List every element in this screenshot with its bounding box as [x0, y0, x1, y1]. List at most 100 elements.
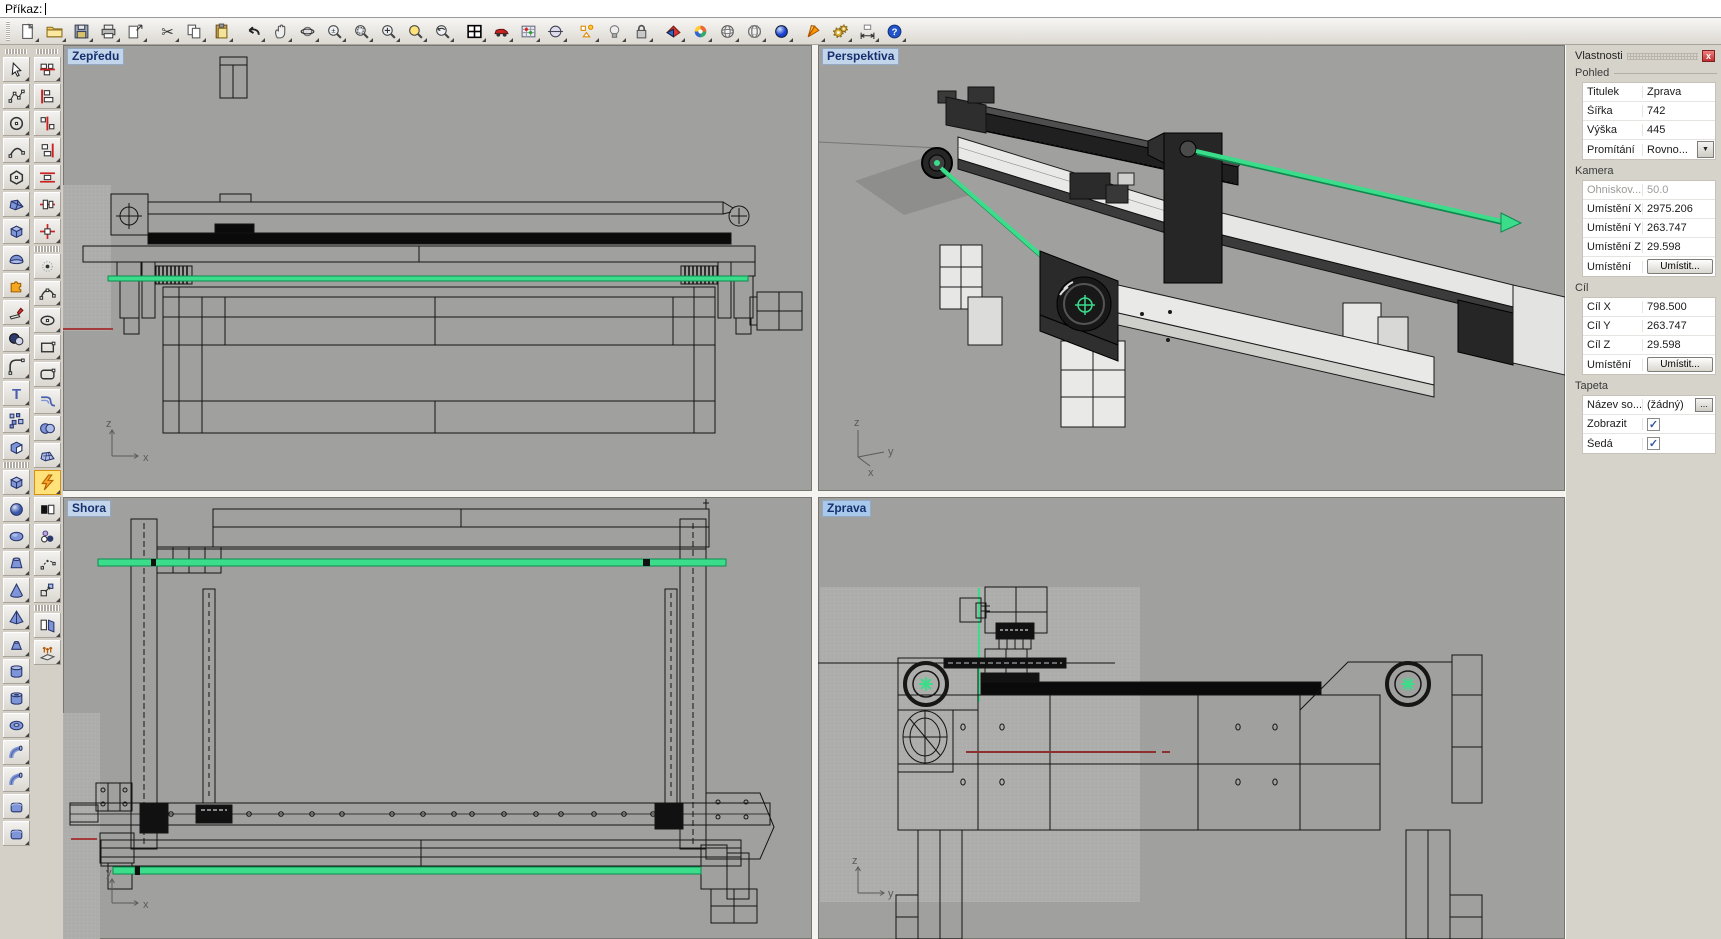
toolbar-grip[interactable] — [6, 21, 10, 41]
arc-icon[interactable] — [2, 137, 31, 164]
property-value[interactable]: 50.0 — [1643, 184, 1715, 196]
array-surface-icon[interactable] — [33, 639, 62, 666]
place-button[interactable]: Umístit... — [1647, 357, 1713, 372]
mesh-patch-icon[interactable] — [33, 442, 62, 469]
print-icon[interactable] — [95, 19, 122, 44]
property-value[interactable]: 2975.206 — [1643, 203, 1715, 215]
viewport-label-front[interactable]: Zepředu — [67, 48, 124, 65]
selected-rail-right[interactable] — [1196, 151, 1506, 222]
selected-rail-front[interactable] — [108, 276, 748, 281]
align-crosshair-icon[interactable] — [33, 218, 62, 245]
control-point-curve-icon[interactable] — [2, 83, 31, 110]
zoom-window-icon[interactable] — [348, 19, 375, 44]
align-centers-icon[interactable] — [33, 191, 62, 218]
solid-slab-round-icon[interactable] — [2, 820, 31, 847]
spotlight-icon[interactable] — [800, 19, 827, 44]
viewport-front[interactable]: Zepředu — [63, 45, 812, 491]
boolean-union-icon[interactable] — [33, 415, 62, 442]
property-value[interactable]: 798.500 — [1643, 301, 1715, 313]
text-icon[interactable]: T — [2, 380, 31, 407]
align-vertical-icon[interactable] — [33, 137, 62, 164]
lock-icon[interactable] — [628, 19, 655, 44]
viewport-label-right[interactable]: Zprava — [822, 500, 871, 517]
blast-lightning-icon[interactable] — [33, 469, 62, 496]
split-icon[interactable] — [33, 496, 62, 523]
rectangle-icon[interactable] — [33, 334, 62, 361]
zoom-dynamic-icon[interactable]: ± — [321, 19, 348, 44]
boolean-puzzle-icon[interactable] — [2, 272, 31, 299]
viewport-label-perspective[interactable]: Perspektiva — [822, 48, 899, 65]
extrude-icon[interactable] — [2, 434, 31, 461]
boolean-spheres-icon[interactable] — [2, 326, 31, 353]
solid-truncated-cone-icon[interactable] — [2, 631, 31, 658]
panel-close-button[interactable]: x — [1702, 50, 1715, 62]
place-button[interactable]: Umístit... — [1647, 259, 1713, 274]
perspective-view-canvas[interactable]: z y x — [818, 45, 1565, 491]
selected-rail-top-2[interactable] — [139, 867, 701, 874]
options-gears-icon[interactable] — [827, 19, 854, 44]
save-icon[interactable] — [68, 19, 95, 44]
trim-knife-icon[interactable] — [2, 299, 31, 326]
solid-torus-icon[interactable] — [2, 712, 31, 739]
copy-icon[interactable] — [181, 19, 208, 44]
distribute-icon[interactable] — [33, 83, 62, 110]
explode-icon[interactable] — [2, 407, 31, 434]
wireframe-view-icon[interactable] — [741, 19, 768, 44]
undo-icon[interactable] — [240, 19, 267, 44]
osnap-icon[interactable] — [574, 19, 601, 44]
help-icon[interactable]: ? — [881, 19, 908, 44]
property-value[interactable]: 29.598 — [1643, 241, 1715, 253]
zoom-extents-icon[interactable] — [375, 19, 402, 44]
viewport-label-top[interactable]: Shora — [67, 500, 111, 517]
toolbar-grip[interactable] — [36, 49, 58, 54]
curve-handles-icon[interactable] — [33, 280, 62, 307]
bearing-wheel-right[interactable] — [1387, 663, 1429, 705]
property-value[interactable]: 263.747 — [1643, 320, 1715, 332]
paste-icon[interactable] — [208, 19, 235, 44]
browse-button[interactable]: ... — [1695, 398, 1713, 412]
rounded-rectangle-icon[interactable] — [33, 361, 62, 388]
distribute-horizontal-icon[interactable] — [33, 164, 62, 191]
four-viewports-icon[interactable] — [461, 19, 488, 44]
circle-icon[interactable] — [2, 110, 31, 137]
select-arrow-icon[interactable] — [2, 56, 31, 83]
top-view-canvas[interactable]: y x — [63, 497, 812, 939]
map-icon[interactable] — [515, 19, 542, 44]
solid-sphere-icon[interactable] — [2, 496, 31, 523]
move-scale-icon[interactable] — [33, 577, 62, 604]
align-left-icon[interactable] — [33, 110, 62, 137]
solid-tube-icon[interactable] — [2, 685, 31, 712]
viewport-top[interactable]: Shora — [63, 497, 812, 939]
car-icon[interactable] — [488, 19, 515, 44]
dimension-icon[interactable] — [854, 19, 881, 44]
align-objects-icon[interactable] — [33, 56, 62, 83]
solid-box-icon[interactable] — [2, 469, 31, 496]
property-value[interactable]: Zprava — [1643, 86, 1715, 98]
property-value[interactable]: 263.747 — [1643, 222, 1715, 234]
property-value[interactable]: 29.598 — [1643, 339, 1715, 351]
export-icon[interactable] — [122, 19, 149, 44]
section-icon[interactable] — [542, 19, 569, 44]
panel-drag-handle[interactable] — [1627, 53, 1698, 60]
ellipse-icon[interactable] — [33, 307, 62, 334]
property-value[interactable]: (žádný) — [1643, 399, 1695, 411]
viewport-perspective[interactable]: Perspektiva — [818, 45, 1565, 491]
solid-slab-icon[interactable] — [2, 793, 31, 820]
mirror-icon[interactable] — [33, 612, 62, 639]
selected-rail-top-1[interactable] — [98, 559, 726, 566]
rebuild-curve-icon[interactable] — [33, 550, 62, 577]
cut-icon[interactable]: ✂ — [154, 19, 181, 44]
point-icon[interactable] — [33, 253, 62, 280]
property-value[interactable]: Rovno... — [1643, 144, 1697, 156]
surface-points-icon[interactable] — [2, 191, 31, 218]
revolve-icon[interactable] — [2, 245, 31, 272]
group-circles-icon[interactable] — [33, 523, 62, 550]
toolbar-grip[interactable] — [5, 49, 27, 54]
solid-pipe-cap-icon[interactable] — [2, 766, 31, 793]
new-file-icon[interactable] — [14, 19, 41, 44]
surface-blend-icon[interactable] — [33, 388, 62, 415]
fillet-curve-icon[interactable] — [2, 353, 31, 380]
color-wheel-icon[interactable] — [687, 19, 714, 44]
pan-icon[interactable] — [267, 19, 294, 44]
front-view-canvas[interactable]: z x — [63, 45, 812, 491]
